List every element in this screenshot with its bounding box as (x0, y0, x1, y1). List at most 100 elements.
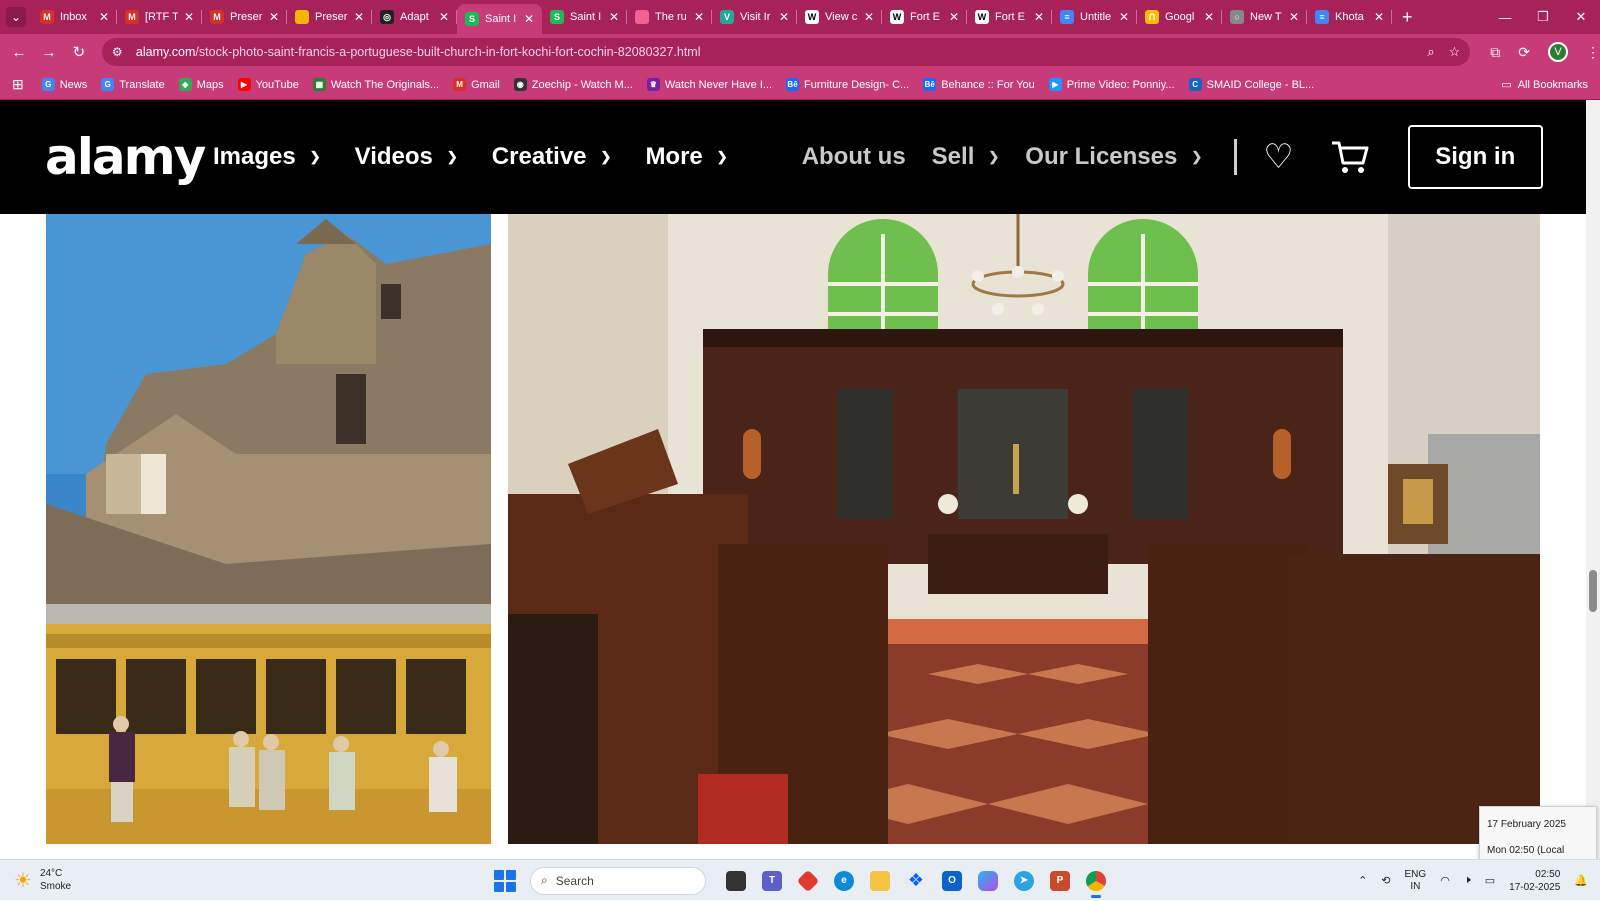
nav-images[interactable]: Images ❯ (213, 143, 321, 171)
volume-icon[interactable]: 🕨 (1464, 874, 1471, 887)
tab-close-icon[interactable]: ✕ (439, 10, 449, 24)
browser-tab[interactable]: M Inbox ✕ (32, 0, 117, 34)
apps-grid-icon[interactable]: ⊞ (12, 76, 24, 93)
browser-tab[interactable]: S Saint I ✕ (542, 0, 627, 34)
tab-close-icon[interactable]: ✕ (609, 10, 619, 24)
tab-close-icon[interactable]: ✕ (1119, 10, 1129, 24)
browser-tab[interactable]: ◎ Adapt ✕ (372, 0, 457, 34)
bookmark-item[interactable]: G News (41, 78, 87, 91)
bookmark-item[interactable]: Bē Behance :: For You (923, 78, 1035, 91)
tab-close-icon[interactable]: ✕ (1034, 10, 1044, 24)
tab-close-icon[interactable]: ✕ (354, 10, 364, 24)
red-app-icon[interactable] (790, 863, 826, 899)
nav-more[interactable]: More ❯ (645, 143, 727, 171)
restore-icon[interactable]: ❐ (1524, 0, 1562, 34)
browser-tab[interactable]: W Fort E ✕ (967, 0, 1052, 34)
alamy-logo[interactable]: alamy (45, 128, 206, 186)
nav-about-us[interactable]: About us (802, 143, 906, 171)
taskbar-search-input[interactable]: ⌕ Search (530, 866, 706, 895)
nav-sell[interactable]: Sell ❯ (932, 143, 1000, 171)
site-info-icon[interactable]: ⚙ (112, 45, 128, 59)
bookmark-item[interactable]: G Translate (101, 78, 165, 91)
browser-tab[interactable]: Preser ✕ (287, 0, 372, 34)
back-arrow-icon[interactable]: ← (4, 34, 34, 70)
zoom-icon[interactable]: ⌕ (1427, 44, 1434, 60)
battery-icon[interactable]: ▭ (1485, 874, 1495, 887)
bookmark-item[interactable]: ▶ YouTube (237, 78, 299, 91)
cart-icon[interactable] (1330, 139, 1370, 175)
file-explorer-dark-icon[interactable] (718, 863, 754, 899)
profile-avatar[interactable]: V (1548, 42, 1569, 62)
browser-tab[interactable]: V Visit Ir ✕ (712, 0, 797, 34)
bookmark-item[interactable]: ♛ Watch Never Have I... (646, 78, 772, 91)
nav-videos[interactable]: Videos ❯ (355, 143, 458, 171)
bookmark-item[interactable]: ▦ Watch The Originals... (312, 78, 439, 91)
photo-church-tram[interactable] (46, 214, 491, 844)
telegram-icon[interactable]: ➤ (1006, 863, 1042, 899)
windows-start-icon[interactable] (494, 869, 516, 892)
sync-icon[interactable]: ⟳ (1518, 44, 1530, 61)
tab-close-icon[interactable]: ✕ (949, 10, 959, 24)
tab-close-icon[interactable]: ✕ (184, 10, 194, 24)
bookmark-item[interactable]: Bē Furniture Design- C... (786, 78, 909, 91)
tab-close-icon[interactable]: ✕ (1374, 10, 1384, 24)
tab-close-icon[interactable]: ✕ (864, 10, 874, 24)
tab-close-icon[interactable]: ✕ (694, 10, 704, 24)
folder-icon[interactable] (862, 863, 898, 899)
page-scrollbar[interactable] (1586, 100, 1600, 859)
wifi-icon[interactable]: ◠ (1440, 874, 1450, 887)
tab-close-icon[interactable]: ✕ (779, 10, 789, 24)
browser-tab[interactable]: ≡ Untitle ✕ (1052, 0, 1137, 34)
reload-icon[interactable]: ↻ (64, 34, 94, 70)
tray-sync-icon[interactable]: ⟲ (1381, 874, 1390, 887)
menu-kebab-icon[interactable]: ⋮ (1586, 44, 1600, 61)
browser-tab[interactable]: M Preser ✕ (202, 0, 287, 34)
browser-tab[interactable]: W Fort E ✕ (882, 0, 967, 34)
browser-tab[interactable]: ᑎ Googl ✕ (1137, 0, 1222, 34)
star-bookmark-icon[interactable]: ☆ (1449, 44, 1461, 60)
dropbox-icon[interactable]: ❖ (898, 863, 934, 899)
browser-tab[interactable]: S Saint I ✕ (457, 4, 542, 34)
minimize-icon[interactable]: — (1486, 0, 1524, 34)
nav-our-licenses[interactable]: Our Licenses ❯ (1025, 143, 1202, 171)
sign-in-button[interactable]: Sign in (1407, 125, 1543, 189)
extensions-icon[interactable]: ⧉ (1490, 44, 1500, 61)
all-bookmarks-folder[interactable]: ▭ All Bookmarks (1501, 78, 1588, 92)
heart-icon[interactable]: ♡ (1263, 137, 1293, 177)
chrome-icon[interactable] (1078, 863, 1114, 899)
bookmark-item[interactable]: ▶ Prime Video: Ponniy... (1048, 78, 1175, 91)
powerpoint-icon[interactable]: P (1042, 863, 1078, 899)
outlook-icon[interactable]: O (934, 863, 970, 899)
new-tab-button[interactable]: + (1402, 7, 1413, 28)
bookmark-item[interactable]: C SMAID College - BL... (1188, 78, 1314, 91)
tab-close-icon[interactable]: ✕ (99, 10, 109, 24)
scrollbar-thumb[interactable] (1589, 570, 1597, 612)
bookmark-item[interactable]: M Gmail (453, 78, 500, 91)
bookmark-item[interactable]: ◆ Maps (178, 78, 224, 91)
language-indicator[interactable]: ENG IN (1405, 869, 1427, 893)
tab-search-button[interactable]: ⌄ (0, 0, 32, 34)
teams-icon[interactable]: T (754, 863, 790, 899)
browser-tab[interactable]: W View c ✕ (797, 0, 882, 34)
photo-church-interior[interactable] (508, 214, 1540, 844)
weather-widget[interactable]: ☀ 24°C Smoke (14, 867, 124, 893)
nav-creative[interactable]: Creative ❯ (492, 143, 612, 171)
taskbar-clock[interactable]: 02:50 17-02-2025 (1509, 868, 1560, 894)
edge-icon[interactable]: e (826, 863, 862, 899)
close-icon[interactable]: ✕ (1562, 0, 1600, 34)
browser-tab[interactable]: The ru ✕ (627, 0, 712, 34)
url-field[interactable]: ⚙ alamy.com/stock-photo-saint-francis-a-… (101, 38, 1471, 66)
notification-bell-icon[interactable]: 🔔 (1574, 874, 1588, 887)
tab-close-icon[interactable]: ✕ (269, 10, 279, 24)
browser-tab[interactable]: M [RTF T ✕ (117, 0, 202, 34)
forward-arrow-icon[interactable]: → (34, 34, 64, 70)
bookmark-item[interactable]: ◉ Zoechip - Watch M... (513, 78, 633, 91)
browser-tab[interactable]: ○ New T ✕ (1222, 0, 1307, 34)
tab-close-icon[interactable]: ✕ (1289, 10, 1299, 24)
tab-close-icon[interactable]: ✕ (1204, 10, 1214, 24)
bookmark-favicon-icon: ▶ (237, 78, 251, 91)
tray-chevron-up-icon[interactable]: ⌃ (1358, 874, 1367, 887)
copilot-icon[interactable] (970, 863, 1006, 899)
tab-close-icon[interactable]: ✕ (524, 12, 534, 26)
browser-tab[interactable]: ≡ Khota ✕ (1307, 0, 1392, 34)
